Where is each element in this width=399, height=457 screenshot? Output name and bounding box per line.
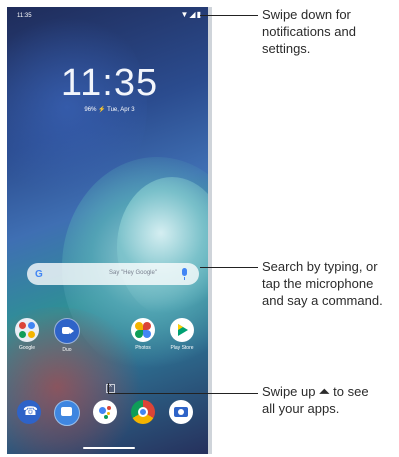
dock-camera[interactable] xyxy=(164,400,198,424)
dock-messages[interactable] xyxy=(50,400,84,426)
callout-line-apps-vertical xyxy=(108,383,109,394)
duo-icon[interactable] xyxy=(54,318,80,344)
google-folder-icon[interactable] xyxy=(15,318,39,342)
chrome-icon[interactable] xyxy=(131,400,155,424)
google-search-bar[interactable]: G Say "Hey Google" xyxy=(27,263,199,285)
search-placeholder: Say "Hey Google" xyxy=(109,270,157,276)
callout-apps: Swipe up ⏶ to see all your apps. xyxy=(262,383,369,417)
status-bar-icons[interactable]: ▼◢▮ xyxy=(181,10,202,19)
callout-line-status xyxy=(200,15,258,16)
dock-assistant[interactable] xyxy=(88,400,122,424)
photos-icon[interactable] xyxy=(131,318,155,342)
play-store-icon[interactable] xyxy=(170,318,194,342)
app-photos[interactable]: Photos xyxy=(126,318,160,351)
lock-clock: 11:35 xyxy=(60,62,159,104)
battery-level: 96% xyxy=(84,107,97,113)
battery-date-line: 96% ⚡ Tue, Apr 3 xyxy=(7,106,212,113)
microphone-icon[interactable] xyxy=(182,268,187,280)
camera-icon[interactable] xyxy=(169,400,193,424)
app-label: Photos xyxy=(135,345,151,351)
phone-screen: 11:35 ▼◢▮ 11:35 96% ⚡ Tue, Apr 3 G Say "… xyxy=(7,7,212,454)
callout-apps-text-2: to see xyxy=(333,384,369,399)
callout-status: Swipe down for notifications and setting… xyxy=(262,7,356,56)
app-label: Play Store xyxy=(170,345,194,351)
callout-apps-text-1: Swipe up xyxy=(262,384,316,399)
app-duo[interactable]: Duo xyxy=(50,318,84,353)
callout-line-apps xyxy=(108,393,258,394)
assistant-icon[interactable] xyxy=(93,400,117,424)
swipe-up-arrow-icon: ⏶ xyxy=(319,384,330,399)
dock-phone[interactable] xyxy=(12,400,46,424)
app-play-store[interactable]: Play Store xyxy=(165,318,199,351)
app-label: Duo xyxy=(62,347,72,353)
callout-line-search xyxy=(200,267,258,268)
app-google[interactable]: Google xyxy=(10,318,44,351)
messages-icon[interactable] xyxy=(54,400,80,426)
home-gesture-bar[interactable] xyxy=(83,447,135,449)
callout-search: Search by typing, or tap the microphone … xyxy=(262,259,383,308)
status-bar-time[interactable]: 11:35 xyxy=(17,13,32,19)
date-text: Tue, Apr 3 xyxy=(107,107,135,113)
phone-icon[interactable] xyxy=(17,400,41,424)
battery-bolt-icon: ⚡ xyxy=(98,107,106,113)
app-label: Google xyxy=(18,345,36,351)
google-g-icon[interactable]: G xyxy=(35,269,43,280)
dock-chrome[interactable] xyxy=(126,400,160,424)
callout-apps-text-3: all your apps. xyxy=(262,401,340,416)
